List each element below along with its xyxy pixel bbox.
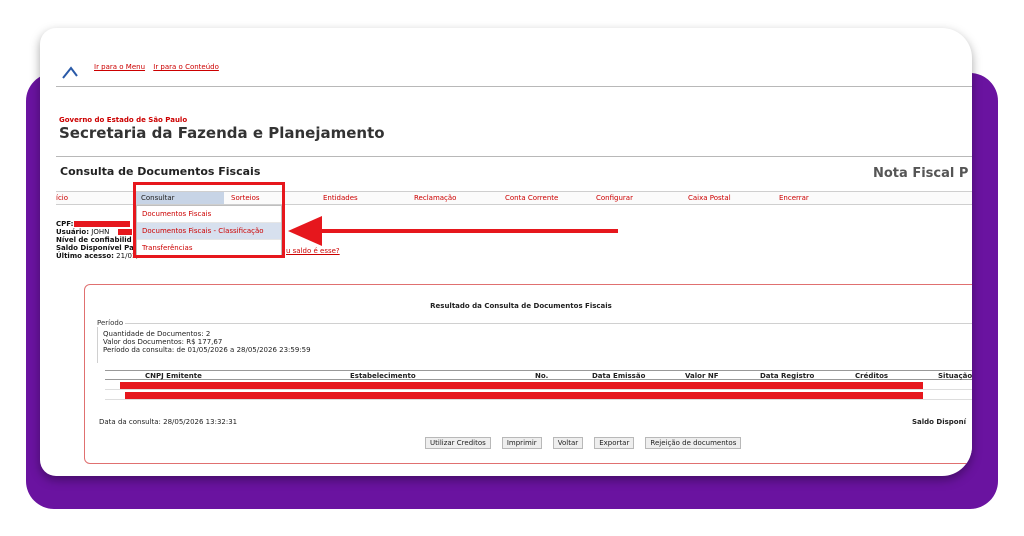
table-row[interactable]: A C: [105, 391, 972, 400]
col-estabelecimento: Estabelecimento: [350, 372, 416, 380]
app-logo-icon: [62, 66, 78, 79]
secretaria-title: Secretaria da Fazenda e Planejamento: [59, 124, 385, 142]
col-situacao: Situação: [938, 372, 972, 380]
highlight-box: [133, 182, 285, 258]
cpf-label: CPF:: [56, 220, 74, 228]
col-cnpj: CNPJ Emitente: [145, 372, 202, 380]
menu-encerrar[interactable]: Encerrar: [779, 194, 809, 202]
exportar-button[interactable]: Exportar: [594, 437, 635, 449]
row-redaction: [120, 382, 923, 389]
arrow-left-icon: [288, 216, 618, 246]
menu-entidades[interactable]: Entidades: [323, 194, 358, 202]
usuario-label: Usuário:: [56, 228, 90, 236]
col-valor-nf: Valor NF: [685, 372, 719, 380]
page-title: Consulta de Documentos Fiscais: [60, 165, 261, 178]
product-title: Nota Fiscal P: [873, 166, 969, 181]
saldo-disponivel: Saldo Disponí: [912, 418, 967, 426]
table-header: CNPJ Emitente Estabelecimento No. Data E…: [105, 370, 972, 380]
valor-documentos: Valor dos Documentos: R$ 177,67: [103, 338, 223, 346]
menu-caixa-postal[interactable]: Caixa Postal: [688, 194, 731, 202]
saldo-label: Saldo Disponível Pa: [56, 244, 134, 252]
col-no: No.: [535, 372, 549, 380]
skip-to-content-link[interactable]: Ir para o Conteúdo: [153, 63, 219, 71]
col-data-emissao: Data Emissão: [592, 372, 646, 380]
menu-conta-corrente[interactable]: Conta Corrente: [505, 194, 558, 202]
menu-reclamacao[interactable]: Reclamação: [414, 194, 456, 202]
periodo-legend: Período: [95, 319, 126, 327]
voltar-button[interactable]: Voltar: [552, 437, 584, 449]
skip-to-menu-link[interactable]: Ir para o Menu: [94, 63, 145, 71]
col-data-registro: Data Registro: [760, 372, 815, 380]
header-divider: [56, 86, 972, 87]
screenshot-frame: Ir para o Menu Ir para o Conteúdo Govern…: [40, 28, 972, 476]
col-creditos: Créditos: [855, 372, 889, 380]
user-redaction: [118, 229, 132, 235]
periodo-summary: Quantidade de Documentos: 2 Valor dos Do…: [103, 330, 311, 354]
rejeicao-documentos-button[interactable]: Rejeição de documentos: [645, 437, 742, 449]
table-row[interactable]: A C: [105, 381, 972, 390]
title-divider: [56, 156, 972, 157]
ultimo-acesso-label: Último acesso:: [56, 252, 114, 260]
saldo-info-link[interactable]: u saldo é esse?: [286, 247, 340, 255]
periodo-consulta: Período da consulta: de 01/05/2026 a 28/…: [103, 346, 311, 354]
quantidade-documentos: Quantidade de Documentos: 2: [103, 330, 211, 338]
cpf-redaction: [74, 221, 130, 227]
action-buttons: Utilizar Creditos Imprimir Voltar Export…: [425, 437, 747, 449]
menu-inicio[interactable]: ício: [56, 194, 68, 202]
result-title: Resultado da Consulta de Documentos Fisc…: [430, 302, 612, 310]
government-name: Governo do Estado de São Paulo: [59, 116, 188, 124]
utilizar-creditos-button[interactable]: Utilizar Creditos: [425, 437, 491, 449]
nivel-label: Nível de confiabilid: [56, 236, 132, 244]
stage: Ir para o Menu Ir para o Conteúdo Govern…: [0, 0, 1024, 536]
result-panel: Resultado da Consulta de Documentos Fisc…: [84, 284, 972, 464]
skip-links: Ir para o Menu Ir para o Conteúdo: [94, 63, 225, 71]
imprimir-button[interactable]: Imprimir: [501, 437, 542, 449]
usuario-value: JOHN: [91, 228, 110, 236]
data-consulta: Data da consulta: 28/05/2026 13:32:31: [99, 418, 238, 426]
row-redaction: [125, 392, 923, 399]
browser-content: Ir para o Menu Ir para o Conteúdo Govern…: [56, 28, 972, 476]
menu-configurar[interactable]: Configurar: [596, 194, 633, 202]
